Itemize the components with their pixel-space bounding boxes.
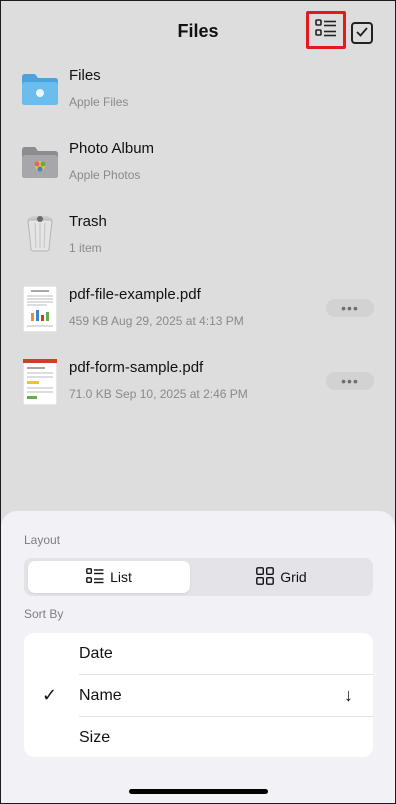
layout-section-label: Layout: [24, 533, 61, 547]
pdf-thumbnail-icon: [21, 358, 59, 406]
checkmark-icon: ✓: [42, 685, 58, 705]
file-name: Photo Album: [69, 140, 155, 157]
layout-option-grid[interactable]: Grid: [194, 561, 369, 593]
file-subtitle: 71.0 KB Sep 10, 2025 at 2:46 PM: [69, 387, 248, 401]
trash-icon: [21, 213, 59, 257]
file-browser-background: Files Files Apple Files Photo Album Appl…: [1, 1, 395, 521]
checkmark-square-icon: [356, 24, 368, 42]
list-icon: [86, 567, 104, 587]
more-options-button[interactable]: •••: [326, 299, 374, 317]
view-options-sheet: Layout List Grid Sort By Date ✓ Name ↓ S…: [1, 511, 395, 803]
file-name: Files: [69, 67, 101, 84]
sort-option-date[interactable]: Date: [24, 633, 373, 674]
sort-section-label: Sort By: [24, 607, 64, 621]
list-item[interactable]: Photo Album Apple Photos: [1, 140, 395, 213]
select-button[interactable]: [351, 22, 373, 44]
sort-options-list: Date ✓ Name ↓ Size: [24, 633, 373, 757]
sort-option-size[interactable]: Size: [24, 717, 373, 757]
more-options-button[interactable]: •••: [326, 372, 374, 390]
app-frame: Files Files Apple Files Photo Album Appl…: [0, 0, 396, 804]
home-indicator: [129, 789, 268, 794]
layout-option-label: List: [110, 569, 132, 585]
pdf-thumbnail-icon: [21, 285, 59, 333]
list-item[interactable]: Trash 1 item: [1, 213, 395, 286]
list-view-icon: [315, 18, 337, 42]
file-subtitle: Apple Photos: [69, 168, 141, 182]
list-item[interactable]: pdf-file-example.pdf 459 KB Aug 29, 2025…: [1, 285, 395, 359]
list-item[interactable]: pdf-form-sample.pdf 71.0 KB Sep 10, 2025…: [1, 358, 395, 432]
sort-option-label: Date: [79, 645, 113, 662]
sort-option-label: Size: [79, 729, 111, 746]
sort-option-label: Name: [79, 687, 122, 704]
layout-option-label: Grid: [280, 569, 307, 585]
file-name: pdf-form-sample.pdf: [69, 359, 204, 376]
view-options-button[interactable]: [306, 11, 346, 49]
file-subtitle: 459 KB Aug 29, 2025 at 4:13 PM: [69, 314, 244, 328]
grid-icon: [256, 566, 275, 588]
file-name: pdf-file-example.pdf: [69, 286, 201, 303]
list-item[interactable]: Files Apple Files: [1, 67, 395, 140]
file-subtitle: 1 item: [69, 241, 102, 255]
arrow-down-icon[interactable]: ↓: [344, 685, 353, 706]
blue-folder-icon: [21, 67, 59, 111]
file-name: Trash: [69, 213, 107, 230]
layout-option-list[interactable]: List: [28, 561, 190, 593]
file-subtitle: Apple Files: [69, 95, 129, 109]
sort-option-name[interactable]: ✓ Name ↓: [24, 675, 373, 716]
photos-folder-icon: [21, 140, 59, 184]
layout-segmented-control: List Grid: [24, 558, 373, 596]
